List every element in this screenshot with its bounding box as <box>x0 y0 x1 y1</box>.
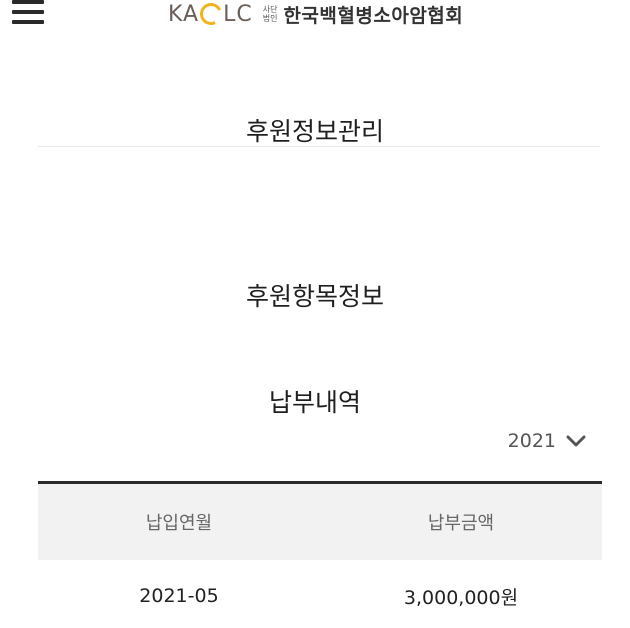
page-title: 후원정보관리 <box>245 117 384 146</box>
logo-mark: KA LC <box>168 0 253 29</box>
payment-table: 납입연월 납부금액 2021-05 3,000,000원 <box>38 481 602 628</box>
logo[interactable]: KA LC 사단 법인 한국백혈병소아암협회 <box>168 0 464 29</box>
year-select[interactable]: 2021 <box>508 430 586 452</box>
logo-sub-top: 사단 <box>262 5 278 14</box>
cell-amount: 3,000,000원 <box>403 586 519 609</box>
logo-ring-icon <box>196 0 226 29</box>
table-header: 납입연월 납부금액 <box>38 481 602 560</box>
header: KA LC 사단 법인 한국백혈병소아암협회 <box>0 0 630 38</box>
logo-sub-bottom: 법인 <box>262 14 278 23</box>
section-title-history: 납부내역 <box>268 388 361 417</box>
logo-mark-end: LC <box>223 1 253 27</box>
chevron-down-icon <box>566 435 586 447</box>
title-divider <box>38 146 600 147</box>
section-title-items: 후원항목정보 <box>245 282 384 311</box>
logo-mark-start: KA <box>168 1 200 27</box>
column-header-month: 납입연월 <box>145 513 213 534</box>
page: KA LC 사단 법인 한국백혈병소아암협회 후원정보관리 후원항목정보 납부내… <box>0 0 630 628</box>
logo-subtitle: 사단 법인 <box>263 5 278 23</box>
year-select-value: 2021 <box>507 430 556 452</box>
table-row: 2021-05 3,000,000원 <box>38 560 602 628</box>
column-header-amount: 납부금액 <box>427 513 495 534</box>
organization-name: 한국백혈병소아암협회 <box>283 4 464 27</box>
cell-month: 2021-05 <box>139 585 219 607</box>
hamburger-menu-icon[interactable] <box>12 0 46 24</box>
